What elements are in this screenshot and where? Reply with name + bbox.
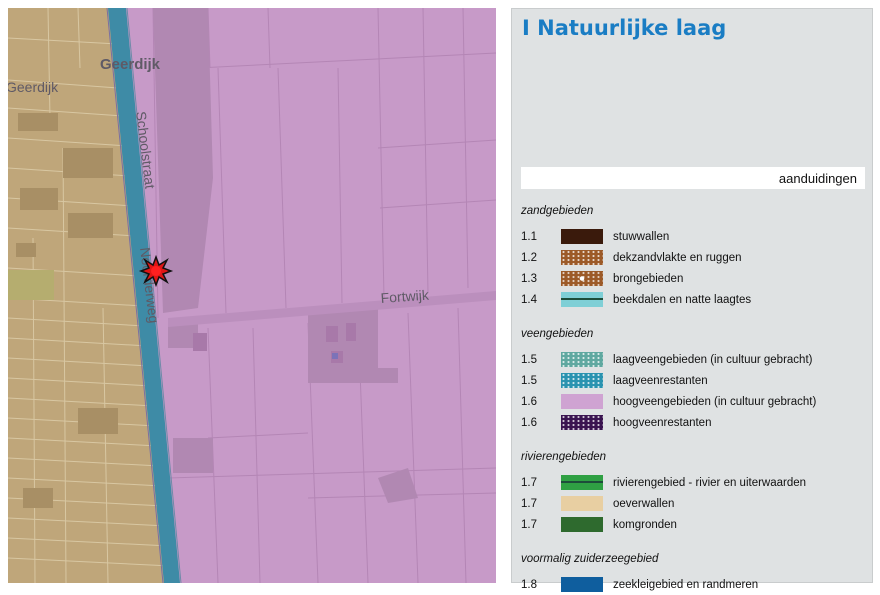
legend-item-code: 1.5: [521, 374, 537, 387]
legend-item: 1.5 laagveenrestanten: [521, 370, 865, 391]
location-star-icon[interactable]: [138, 254, 174, 288]
green-patch: [8, 270, 54, 300]
legend-swatch: [561, 229, 603, 244]
legend-swatch: [561, 394, 603, 409]
legend-item-label: laagveengebieden (in cultuur gebracht): [613, 353, 813, 366]
legend-swatch: [561, 352, 603, 367]
legend-item: 1.2 dekzandvlakte en ruggen: [521, 247, 865, 268]
legend-section-heading: voormalig zuiderzeegebied: [521, 553, 659, 565]
legend-item-label: beekdalen en natte laagtes: [613, 293, 752, 306]
legend-swatch: [561, 415, 603, 430]
legend-item-label: laagveenrestanten: [613, 374, 708, 387]
legend-swatch: [561, 373, 603, 388]
legend-item-code: 1.2: [521, 251, 537, 264]
legend-section-heading: rivierengebieden: [521, 451, 607, 463]
legend-item: 1.7 rivierengebied - rivier en uiterwaard…: [521, 472, 865, 493]
legend-item: 1.5 laagveengebieden (in cultuur gebracht…: [521, 349, 865, 370]
legend-section-heading: zandgebieden: [521, 205, 594, 217]
legend-item-code: 1.6: [521, 416, 537, 429]
legend-item-label: oeverwallen: [613, 497, 675, 510]
legend-swatch: [561, 577, 603, 592]
legend-item-label: hoogveengebieden (in cultuur gebracht): [613, 395, 817, 408]
legend-panel: I Natuurlijke laag aanduidingen zandgebi…: [511, 8, 873, 592]
legend-item-code: 1.1: [521, 230, 537, 243]
legend-swatch: [561, 496, 603, 511]
legend-item-code: 1.3: [521, 272, 537, 285]
legend-item-label: rivierengebied - rivier en uiterwaarden: [613, 476, 807, 489]
legend-item-code: 1.6: [521, 395, 537, 408]
street-label-geerdijk-top: Geerdijk: [100, 56, 161, 73]
legend-swatch: [561, 292, 603, 307]
legend-item: 1.8 zeekleigebied en randmeren: [521, 574, 865, 595]
legend-item-code: 1.4: [521, 293, 537, 306]
legend-item-code: 1.7: [521, 476, 537, 489]
legend-swatch: [561, 250, 603, 265]
legend-item-label: brongebieden: [613, 272, 684, 285]
legend-item: 1.7 komgronden: [521, 514, 865, 535]
legend-item: 1.1 stuwwallen: [521, 226, 865, 247]
legend-section-heading: veengebieden: [521, 328, 594, 340]
legend-item: 1.3 brongebieden: [521, 268, 865, 289]
legend-item-code: 1.7: [521, 497, 537, 510]
map-view[interactable]: Geerdijk Geerdijk Schoolstraat Noorderwe…: [8, 8, 496, 583]
legend-swatch: [561, 517, 603, 532]
street-label-geerdijk-left: Geerdijk: [8, 79, 59, 95]
legend-item-code: 1.5: [521, 353, 537, 366]
legend-title: I Natuurlijke laag: [522, 16, 727, 40]
legend-swatch: [561, 271, 603, 286]
legend-item: 1.6 hoogveenrestanten: [521, 412, 865, 433]
legend-item: 1.6 hoogveengebieden (in cultuur gebracht…: [521, 391, 865, 412]
legend-item-label: stuwwallen: [613, 230, 670, 243]
legend-item-code: 1.8: [521, 578, 537, 591]
legend-item-label: dekzandvlakte en ruggen: [613, 251, 742, 264]
legend-item-label: komgronden: [613, 518, 677, 531]
legend-item: 1.4 beekdalen en natte laagtes: [521, 289, 865, 310]
pond: [332, 353, 338, 359]
street-label-fortwijk: Fortwijk: [380, 287, 430, 306]
legend-item-code: 1.7: [521, 518, 537, 531]
map-canvas[interactable]: Geerdijk Geerdijk Schoolstraat Noorderwe…: [8, 8, 496, 583]
legend-item-label: hoogveenrestanten: [613, 416, 712, 429]
legend-body: zandgebieden 1.1 stuwwallen 1.2 dekzandvlakt…: [521, 205, 865, 595]
aanduidingen-bar: aanduidingen: [521, 167, 865, 189]
legend-item-label: zeekleigebied en randmeren: [613, 578, 759, 591]
legend-item: 1.7 oeverwallen: [521, 493, 865, 514]
legend-swatch: [561, 475, 603, 490]
